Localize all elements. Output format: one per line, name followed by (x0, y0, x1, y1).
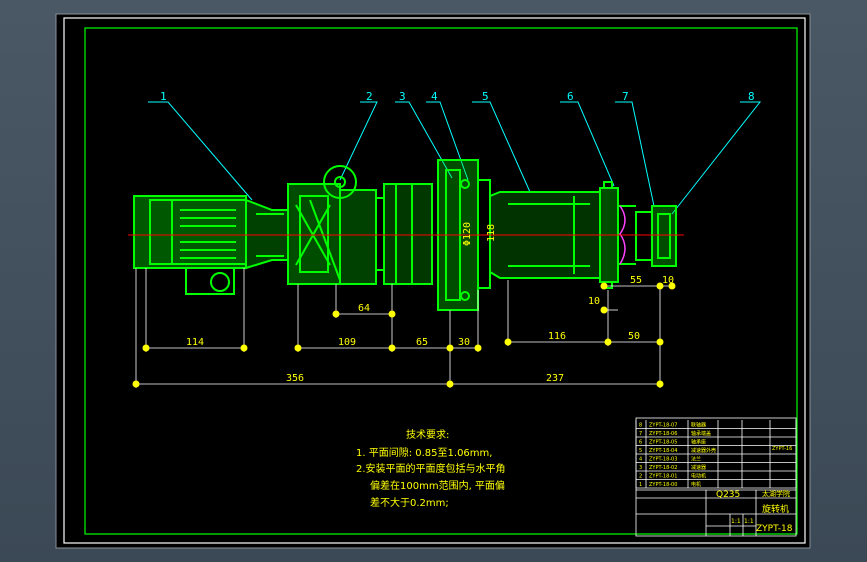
bom-code: ZYPT-18-07 (649, 423, 677, 429)
dim-109: 109 (338, 337, 356, 348)
bom-name: 电机 (691, 481, 701, 488)
dim-50: 50 (628, 331, 640, 342)
balloon-2: 2 (366, 90, 373, 103)
balloon-4: 4 (431, 90, 438, 103)
balloon-1: 1 (160, 90, 167, 103)
bom-name: 电动机 (691, 473, 706, 480)
material-label: Q235 (716, 490, 740, 500)
dim-118: 118 (486, 224, 497, 242)
notes-line-4: 差不大于0.2mm; (370, 496, 449, 509)
notes-line-3: 偏差在100mm范围内, 平面偏 (370, 479, 505, 492)
school-label: 太湖学院 (762, 489, 790, 498)
dim-phi120: Φ120 (462, 222, 473, 246)
bom-index: 3 (639, 465, 642, 471)
bom-code: ZYPT-18-05 (649, 440, 677, 446)
dim-55: 55 (630, 275, 642, 286)
bom-index: 1 (639, 482, 642, 488)
bom-code: ZYPT-18-03 (649, 457, 677, 463)
dim-10-a: 10 (588, 296, 600, 307)
dim-114: 114 (186, 337, 204, 348)
cad-viewport: 1 2 3 4 5 6 7 8 114 109 64 65 30 116 50 … (55, 13, 811, 549)
bom-index: 2 (639, 474, 642, 480)
balloon-5: 5 (482, 90, 489, 103)
bom-name: 联轴器 (691, 422, 706, 429)
bom-name: 减速器 (691, 464, 706, 471)
dim-356: 356 (286, 373, 304, 384)
balloon-8: 8 (748, 90, 755, 103)
bom-index: 7 (639, 431, 642, 437)
dim-65: 65 (416, 337, 428, 348)
bom-name: 法兰 (691, 456, 701, 463)
dim-64: 64 (358, 303, 370, 314)
notes-line-2: 2.安装平面的平面度包括与水平角 (356, 462, 506, 475)
dim-237: 237 (546, 373, 564, 384)
dim-116: 116 (548, 331, 566, 342)
bom-name: 减速器外壳 (691, 447, 716, 454)
bom-name: 轴承座 (691, 439, 706, 446)
dim-10-b: 10 (662, 275, 674, 286)
balloon-7: 7 (622, 90, 629, 103)
mount-block (383, 183, 433, 285)
bom-name: 轴承端盖 (691, 430, 711, 437)
notes-line-1: 1. 平面间隙: 0.85至1.06mm, (356, 446, 492, 459)
coupling-housing (245, 198, 289, 270)
scale-b: 1:1 (744, 518, 754, 525)
side-note: ZYPT-16 (772, 446, 792, 452)
part-name-label: 旋转机 (762, 503, 789, 515)
bom-code: ZYPT-18-00 (649, 482, 677, 488)
bom-code: ZYPT-18-06 (649, 431, 677, 437)
bom-index: 6 (639, 440, 642, 446)
balloon-6: 6 (567, 90, 574, 103)
bom-index: 8 (639, 423, 642, 429)
bom-index: 4 (639, 457, 642, 463)
dim-30: 30 (458, 337, 470, 348)
scale-a: 1:1 (731, 518, 741, 525)
balloon-3: 3 (399, 90, 406, 103)
bom-code: ZYPT-18-01 (649, 474, 677, 480)
bom-index: 5 (639, 448, 642, 454)
notes-title: 技术要求: (406, 428, 449, 441)
bom-code: ZYPT-18-02 (649, 465, 677, 471)
bom-code: ZYPT-18-04 (649, 448, 677, 454)
part-code-label: ZYPT-18 (756, 524, 793, 534)
